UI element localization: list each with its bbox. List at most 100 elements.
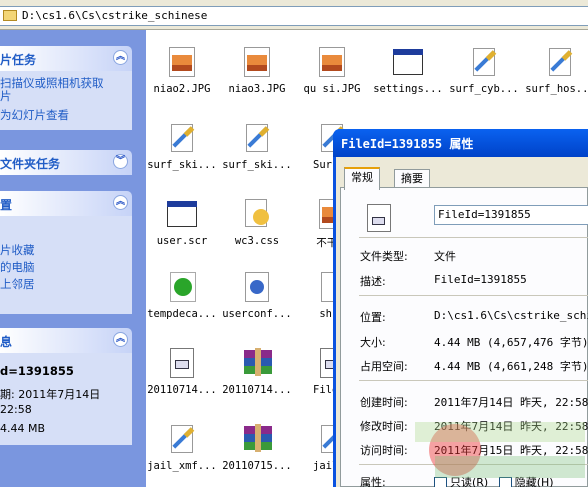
- css-file-icon: [241, 197, 273, 231]
- file-item[interactable]: 20110715...: [221, 422, 293, 472]
- tab-summary[interactable]: 摘要: [394, 169, 430, 188]
- folder-tasks-header[interactable]: 文件夹任务 ︾: [0, 150, 132, 175]
- file-label: surf_ski...: [147, 159, 217, 171]
- jpg-image-icon: [241, 45, 273, 79]
- file-item[interactable]: niao3.JPG: [221, 45, 293, 95]
- general-tab-page: FileId=1391855 文件类型: 文件 描述: FileId=13918…: [340, 187, 588, 487]
- jpg-image-icon: [166, 45, 198, 79]
- attributes-label: 属性:: [360, 476, 386, 487]
- file-item[interactable]: niao2.JPG: [146, 45, 218, 95]
- file-label: niao2.JPG: [153, 83, 211, 95]
- file-item[interactable]: surf_hos...: [524, 45, 588, 95]
- modified-value: 2011年7月14日 昨天, 22:58:1: [434, 420, 588, 433]
- text-file-icon: [166, 346, 198, 380]
- other-places-panel: 置 ︽ 片收藏 的电脑 上邻居: [0, 191, 132, 314]
- place-link-my-computer[interactable]: 的电脑: [0, 259, 132, 276]
- details-time: 22:58: [0, 403, 32, 416]
- file-label: 20110714...: [222, 384, 292, 396]
- description-label: 描述:: [360, 275, 386, 288]
- file-label: niao3.JPG: [228, 83, 286, 95]
- file-type-icon: [367, 204, 391, 232]
- window-file-icon: [392, 45, 424, 79]
- brush-file-icon: [241, 121, 273, 155]
- details-date: 期: 2011年7月14日: [0, 388, 101, 401]
- collapse-chevron-icon[interactable]: ︽: [113, 195, 128, 210]
- details-panel: 息 ︽ d=1391855 期: 2011年7月14日 22:58 4.44 M…: [0, 328, 132, 445]
- accessed-value: 2011年7月15日 昨天, 22:58:1: [434, 444, 588, 457]
- modified-label: 修改时间:: [360, 420, 408, 433]
- properties-dialog: FileId=1391855 属性 常规 摘要 FileId=1391855 文…: [333, 129, 588, 487]
- file-item[interactable]: surf_ski...: [146, 121, 218, 171]
- details-header[interactable]: 息 ︽: [0, 328, 132, 353]
- separator: [359, 464, 588, 465]
- created-value: 2011年7月14日 昨天, 22:58:0: [434, 396, 588, 409]
- file-item[interactable]: 20110714...: [146, 346, 218, 396]
- other-places-header[interactable]: 置 ︽: [0, 191, 132, 216]
- address-input[interactable]: D:\cs1.6\Cs\cstrike_schinese: [0, 6, 588, 26]
- separator: [359, 295, 588, 296]
- brush-file-icon: [166, 422, 198, 456]
- media-file-icon: [241, 270, 273, 304]
- dialog-title-bar[interactable]: FileId=1391855 属性: [333, 129, 588, 157]
- details-name: d=1391855: [0, 364, 74, 378]
- readonly-checkbox[interactable]: [434, 476, 447, 487]
- rar-archive-icon: [241, 422, 273, 456]
- separator: [359, 380, 588, 381]
- created-label: 创建时间:: [360, 396, 408, 409]
- file-label: qu si.JPG: [303, 83, 361, 95]
- brush-file-icon: [166, 121, 198, 155]
- task-link-slideshow[interactable]: 为幻灯片查看: [0, 107, 132, 124]
- file-item[interactable]: wc3.css: [221, 197, 293, 247]
- address-bar: D:\cs1.6\Cs\cstrike_schinese: [0, 0, 588, 30]
- file-item[interactable]: user.scr: [146, 197, 218, 247]
- file-label: surf_ski...: [222, 159, 292, 171]
- accessed-label: 访问时间:: [360, 444, 408, 457]
- window-file-icon: [166, 197, 198, 231]
- picture-tasks-header[interactable]: 片任务 ︽: [0, 46, 132, 71]
- details-size: 4.44 MB: [0, 422, 46, 435]
- file-label: surf_hos...: [525, 83, 588, 95]
- brush-file-icon: [468, 45, 500, 79]
- location-value: D:\cs1.6\Cs\cstrike_schine: [434, 309, 588, 322]
- brush-file-icon: [544, 45, 576, 79]
- readonly-label: 只读(R): [450, 476, 489, 487]
- hidden-checkbox[interactable]: [498, 476, 512, 487]
- type-label: 文件类型:: [360, 250, 408, 263]
- picture-tasks-title: 片任务: [0, 53, 37, 67]
- file-label: jail_xmf...: [147, 460, 217, 472]
- separator: [359, 237, 588, 238]
- file-item[interactable]: userconf...: [221, 270, 293, 320]
- file-label: settings...: [373, 83, 443, 95]
- tab-general[interactable]: 常规: [344, 167, 380, 190]
- place-link-pictures[interactable]: 片收藏: [0, 242, 132, 259]
- app-green-icon: [166, 270, 198, 304]
- file-item[interactable]: jail_xmf...: [146, 422, 218, 472]
- file-label: user.scr: [156, 235, 208, 247]
- attributes-checkboxes: 只读(R) 隐藏(H): [434, 474, 554, 487]
- file-name-field[interactable]: FileId=1391855: [434, 205, 588, 225]
- file-item[interactable]: surf_ski...: [221, 121, 293, 171]
- task-pane: 片任务 ︽ 扫描仪或照相机获取 片 为幻灯片查看 文件夹任务 ︾ 置 ︽ 片收藏…: [0, 30, 146, 487]
- file-item[interactable]: tempdeca...: [146, 270, 218, 320]
- file-label: userconf...: [222, 308, 292, 320]
- file-label: tempdeca...: [147, 308, 217, 320]
- file-label: surf_cyb...: [449, 83, 519, 95]
- folder-icon: [3, 10, 17, 21]
- file-item[interactable]: qu si.JPG: [296, 45, 368, 95]
- other-places-title: 置: [0, 198, 13, 212]
- place-link-network[interactable]: 上邻居: [0, 276, 132, 293]
- file-label: 20110715...: [222, 460, 292, 472]
- folder-tasks-panel: 文件夹任务 ︾: [0, 150, 132, 175]
- address-path: D:\cs1.6\Cs\cstrike_schinese: [22, 9, 208, 22]
- file-item[interactable]: 20110714...: [221, 346, 293, 396]
- rar-archive-icon: [241, 346, 273, 380]
- expand-chevron-icon[interactable]: ︾: [113, 154, 128, 169]
- collapse-chevron-icon[interactable]: ︽: [113, 50, 128, 65]
- size-value: 4.44 MB (4,657,476 字节): [434, 336, 588, 349]
- file-item[interactable]: settings...: [372, 45, 444, 95]
- size-on-disk-label: 占用空间:: [360, 360, 408, 373]
- collapse-chevron-icon[interactable]: ︽: [113, 332, 128, 347]
- folder-tasks-title: 文件夹任务: [0, 157, 61, 171]
- hidden-label: 隐藏(H): [514, 476, 554, 487]
- file-item[interactable]: surf_cyb...: [448, 45, 520, 95]
